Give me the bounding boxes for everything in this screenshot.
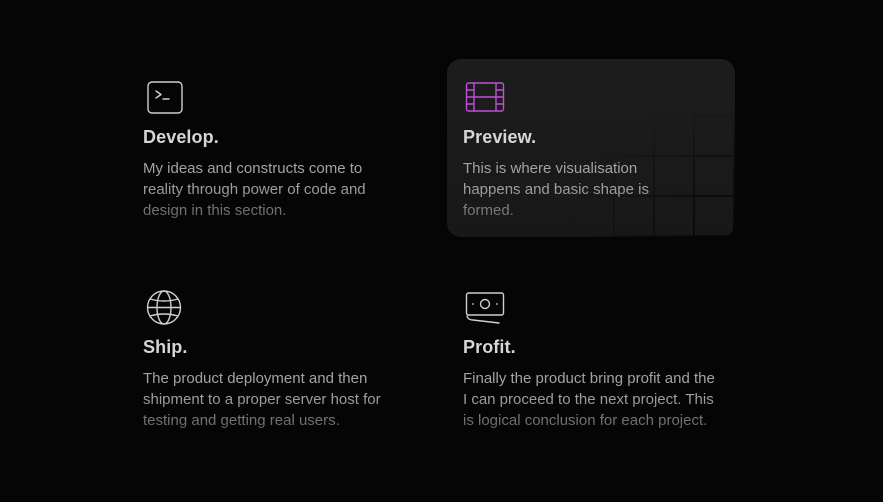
feature-title: Preview. bbox=[463, 127, 537, 147]
feature-card-profit: Profit. Finally the product bring profit… bbox=[447, 269, 735, 469]
feature-card-ship: Ship. The product deployment and then sh… bbox=[127, 269, 415, 459]
features-section: Develop. My ideas and constructs come to… bbox=[0, 0, 883, 502]
feature-title: Profit. bbox=[463, 337, 516, 357]
money-icon bbox=[465, 289, 505, 329]
feature-title: Develop. bbox=[143, 127, 219, 147]
feature-description: The product deployment and then shipment… bbox=[143, 370, 381, 429]
terminal-icon bbox=[145, 79, 185, 119]
feature-card-develop: Develop. My ideas and constructs come to… bbox=[127, 59, 415, 237]
globe-icon bbox=[145, 289, 185, 329]
feature-description: Finally the product bring profit and the… bbox=[463, 370, 715, 429]
feature-title: Ship. bbox=[143, 337, 188, 357]
feature-description: This is where visualisation happens and … bbox=[463, 160, 649, 219]
feature-card-preview[interactable]: Preview. This is where visualisation hap… bbox=[447, 59, 735, 237]
film-icon bbox=[465, 79, 505, 119]
feature-description: My ideas and constructs come to reality … bbox=[143, 160, 366, 219]
